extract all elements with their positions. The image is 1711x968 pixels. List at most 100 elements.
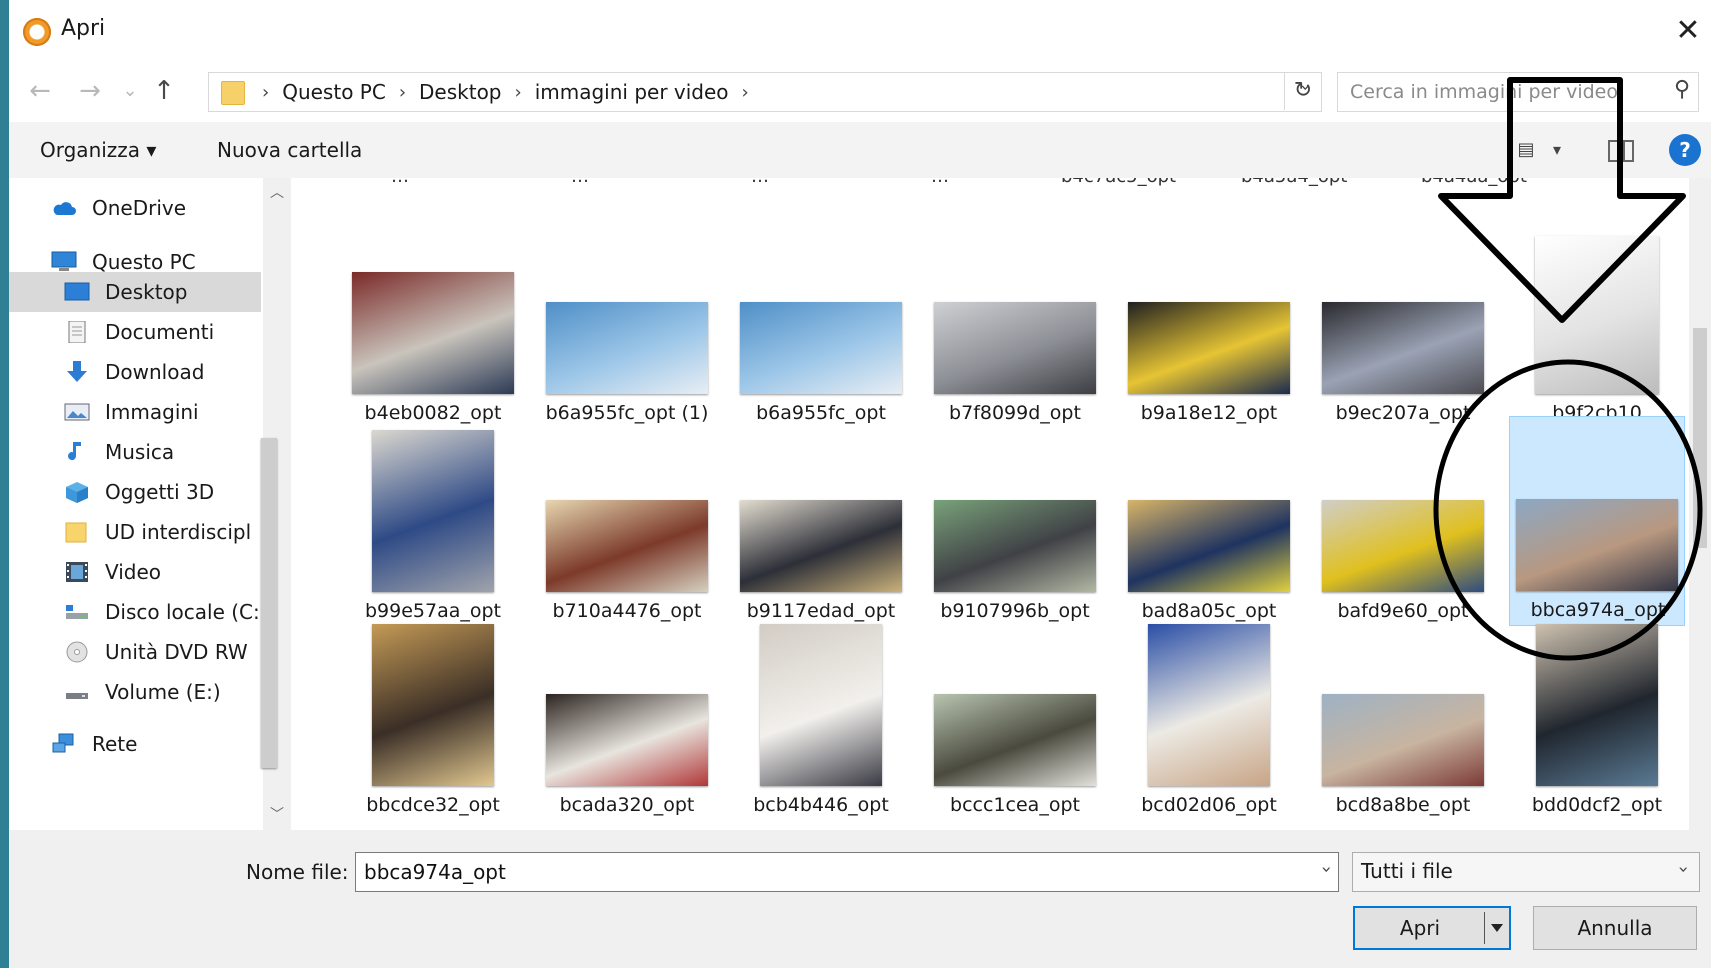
search-input[interactable]: [1350, 73, 1650, 111]
up-button[interactable]: ↑: [147, 74, 181, 108]
file-tile[interactable]: b7f8099d_opt: [927, 218, 1103, 428]
open-options-dropdown[interactable]: [1484, 912, 1509, 944]
sidebar-item-disco-locale-c[interactable]: Disco locale (C:): [9, 592, 268, 632]
sidebar-item-rete[interactable]: Rete: [9, 724, 263, 764]
refresh-button[interactable]: ↻: [1284, 72, 1321, 110]
breadcrumb-separator[interactable]: ›: [399, 82, 406, 103]
address-row: ← → ⌄ ↑ › Questo PC › Desktop › immagini…: [9, 62, 1711, 122]
sidebar-item-label: Download: [105, 360, 205, 384]
breadcrumb-separator[interactable]: ›: [515, 82, 522, 103]
image-thumbnail: [760, 624, 882, 786]
cancel-button[interactable]: Annulla: [1533, 906, 1697, 950]
view-options-icon[interactable]: ▤: [1509, 132, 1543, 168]
help-icon[interactable]: ?: [1669, 134, 1701, 166]
file-tile[interactable]: b9117edad_opt: [733, 416, 909, 626]
chevron-down-icon: ›: [1672, 865, 1694, 874]
sidebar-item-unita-dvd-rw[interactable]: Unità DVD RW (D: [9, 632, 263, 672]
file-tile[interactable]: b9f2cb10: [1509, 218, 1685, 428]
file-tile[interactable]: b9107996b_opt: [927, 416, 1103, 626]
file-tile-selected[interactable]: bbca974a_opt: [1509, 416, 1685, 626]
image-thumbnail: [1128, 500, 1290, 592]
sidebar-item-label: Musica: [105, 440, 175, 464]
open-file-dialog: Apri ✕ ← → ⌄ ↑ › Questo PC › Desktop › i…: [9, 0, 1711, 968]
breadcrumb-immagini-per-video[interactable]: immagini per video: [535, 80, 729, 104]
back-button[interactable]: ←: [23, 74, 57, 108]
file-tile[interactable]: bcada320_opt: [539, 610, 715, 820]
scroll-down-icon[interactable]: ﹀: [263, 804, 291, 824]
close-button[interactable]: ✕: [1665, 8, 1711, 54]
scrollbar-thumb[interactable]: [1693, 328, 1707, 548]
forward-button[interactable]: →: [73, 74, 107, 108]
download-arrow-icon: [67, 361, 87, 382]
sidebar-item-oggetti-3d[interactable]: Oggetti 3D: [9, 472, 263, 512]
desktop-icon: [64, 282, 90, 301]
file-name: bdd0dcf2_opt: [1531, 794, 1663, 816]
scrollbar-thumb[interactable]: [261, 438, 277, 768]
title-bar: Apri ✕: [9, 0, 1711, 62]
sidebar-item-label: Desktop: [105, 280, 188, 304]
image-thumbnail: [740, 500, 902, 592]
breadcrumb-questo-pc[interactable]: Questo PC: [282, 80, 386, 104]
image-thumbnail: [740, 302, 902, 394]
file-tile[interactable]: b4eb0082_opt: [345, 218, 521, 428]
image-thumbnail: [372, 430, 494, 592]
sidebar-item-download[interactable]: Download: [9, 352, 263, 392]
dialog-footer: Nome file: › Tutti i file › Apri Annulla: [9, 830, 1711, 968]
command-bar: Organizza ▾ Nuova cartella ▤ ▾ ?: [9, 122, 1711, 178]
drive-icon: [66, 693, 88, 699]
file-tile[interactable]: bad8a05c_opt: [1121, 416, 1297, 626]
breadcrumb-separator[interactable]: ›: [262, 82, 269, 103]
sidebar-item-documenti[interactable]: Documenti: [9, 312, 263, 352]
file-name: bcb4b446_opt: [753, 794, 889, 816]
file-tile[interactable]: b9ec207a_opt: [1315, 218, 1491, 428]
open-button[interactable]: Apri: [1353, 906, 1511, 950]
file-tile[interactable]: bafd9e60_opt: [1315, 416, 1491, 626]
filename-input[interactable]: [364, 853, 1284, 891]
file-tile[interactable]: b99e57aa_opt: [345, 416, 521, 626]
file-list-scrollbar[interactable]: [1689, 178, 1711, 830]
sidebar-item-video[interactable]: Video: [9, 552, 263, 592]
sidebar-item-desktop[interactable]: Desktop: [9, 272, 261, 312]
file-tile[interactable]: bcd8a8be_opt: [1315, 610, 1491, 820]
breadcrumb-desktop[interactable]: Desktop: [419, 80, 501, 104]
image-thumbnail: [1322, 302, 1484, 394]
image-thumbnail: [546, 500, 708, 592]
dialog-title: Apri: [61, 16, 106, 41]
cloud-icon: [53, 202, 76, 215]
image-thumbnail: [352, 272, 514, 394]
file-tile[interactable]: b710a4476_opt: [539, 416, 715, 626]
file-tile[interactable]: bcb4b446_opt: [733, 610, 909, 820]
sidebar-item-onedrive[interactable]: OneDrive: [9, 188, 263, 228]
search-icon[interactable]: ⚲: [1674, 77, 1690, 102]
file-tile[interactable]: bdd0dcf2_opt: [1509, 610, 1685, 820]
new-folder-button[interactable]: Nuova cartella: [217, 134, 362, 166]
sidebar-item-ud-interdisciplin[interactable]: UD interdisciplin: [9, 512, 263, 552]
sidebar-item-label: Disco locale (C:): [105, 600, 268, 624]
address-bar[interactable]: › Questo PC › Desktop › immagini per vid…: [208, 72, 1322, 112]
file-tile[interactable]: b6a955fc_opt: [733, 218, 909, 428]
pictures-icon: [64, 403, 90, 421]
sidebar-item-musica[interactable]: Musica: [9, 432, 263, 472]
organize-button[interactable]: Organizza ▾: [40, 134, 156, 166]
navigation-scrollbar[interactable]: ︿ ﹀: [261, 178, 291, 830]
cut-label: b4a5a4_opt: [1241, 178, 1347, 187]
file-tile[interactable]: bcd02d06_opt: [1121, 610, 1297, 820]
file-type-dropdown[interactable]: Tutti i file ›: [1352, 852, 1700, 892]
file-tile[interactable]: b6a955fc_opt (1): [539, 218, 715, 428]
file-tile[interactable]: bccc1cea_opt: [927, 610, 1103, 820]
chevron-down-icon[interactable]: ›: [1316, 866, 1337, 873]
sidebar-item-label: Video: [105, 560, 162, 584]
sidebar-item-label: Oggetti 3D: [105, 480, 215, 504]
recent-locations-button[interactable]: ⌄: [113, 74, 147, 108]
file-tile[interactable]: b9a18e12_opt: [1121, 218, 1297, 428]
sidebar-item-immagini[interactable]: Immagini: [9, 392, 263, 432]
image-thumbnail: [546, 694, 708, 786]
view-dropdown-icon[interactable]: ▾: [1547, 132, 1567, 168]
folder-icon: [221, 81, 245, 105]
sidebar-item-volume-e[interactable]: Volume (E:): [9, 672, 263, 712]
preview-pane-icon[interactable]: [1606, 132, 1636, 168]
breadcrumb-separator[interactable]: ›: [742, 82, 749, 103]
image-thumbnail: [1536, 624, 1658, 786]
scroll-up-icon[interactable]: ︿: [263, 182, 291, 202]
file-tile[interactable]: bbcdce32_opt: [345, 610, 521, 820]
